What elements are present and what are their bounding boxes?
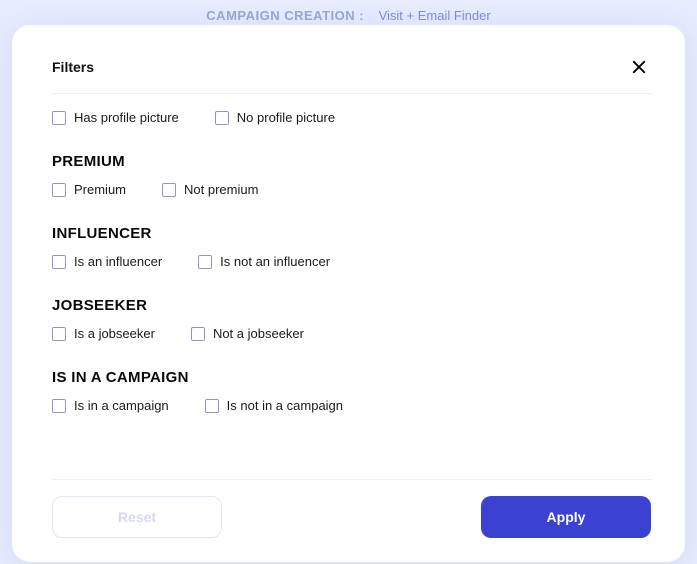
checkbox-not-in-campaign[interactable]: Is not in a campaign xyxy=(205,398,343,413)
close-button[interactable] xyxy=(627,55,651,79)
checkbox-premium[interactable]: Premium xyxy=(52,182,126,197)
checkbox-is-jobseeker[interactable]: Is a jobseeker xyxy=(52,326,155,341)
apply-button[interactable]: Apply xyxy=(481,496,651,538)
checkbox-is-influencer[interactable]: Is an influencer xyxy=(52,254,162,269)
premium-heading: PREMIUM xyxy=(52,153,635,170)
premium-row: Premium Not premium xyxy=(52,182,635,197)
jobseeker-heading: JOBSEEKER xyxy=(52,297,635,314)
header-label: CAMPAIGN CREATION : xyxy=(206,8,364,23)
checkbox-box-icon xyxy=(191,327,205,341)
filters-scroll-area[interactable]: Has profile picture No profile picture P… xyxy=(52,110,651,479)
campaign-heading: IS IN A CAMPAIGN xyxy=(52,369,635,386)
header-value: Visit + Email Finder xyxy=(379,8,491,23)
modal-header: Filters xyxy=(52,55,651,94)
checkbox-box-icon xyxy=(205,399,219,413)
filters-modal: Filters Has profile picture No profile p… xyxy=(12,25,685,562)
checkbox-box-icon xyxy=(162,183,176,197)
jobseeker-row: Is a jobseeker Not a jobseeker xyxy=(52,326,635,341)
checkbox-not-influencer[interactable]: Is not an influencer xyxy=(198,254,330,269)
checkbox-label: Has profile picture xyxy=(74,110,179,125)
checkbox-label: Is not in a campaign xyxy=(227,398,343,413)
checkbox-label: Is a jobseeker xyxy=(74,326,155,341)
modal-title: Filters xyxy=(52,59,94,75)
checkbox-box-icon xyxy=(215,111,229,125)
checkbox-label: No profile picture xyxy=(237,110,335,125)
influencer-row: Is an influencer Is not an influencer xyxy=(52,254,635,269)
checkbox-box-icon xyxy=(52,399,66,413)
modal-footer: Reset Apply xyxy=(52,479,651,538)
checkbox-in-campaign[interactable]: Is in a campaign xyxy=(52,398,169,413)
checkbox-box-icon xyxy=(52,255,66,269)
checkbox-label: Premium xyxy=(74,182,126,197)
checkbox-box-icon xyxy=(52,327,66,341)
profile-picture-row: Has profile picture No profile picture xyxy=(52,110,635,125)
influencer-heading: INFLUENCER xyxy=(52,225,635,242)
checkbox-label: Not premium xyxy=(184,182,258,197)
reset-button[interactable]: Reset xyxy=(52,496,222,538)
checkbox-label: Is in a campaign xyxy=(74,398,169,413)
close-icon xyxy=(630,58,648,76)
checkbox-not-jobseeker[interactable]: Not a jobseeker xyxy=(191,326,304,341)
checkbox-box-icon xyxy=(52,183,66,197)
checkbox-box-icon xyxy=(198,255,212,269)
checkbox-has-profile-picture[interactable]: Has profile picture xyxy=(52,110,179,125)
checkbox-not-premium[interactable]: Not premium xyxy=(162,182,258,197)
checkbox-box-icon xyxy=(52,111,66,125)
checkbox-label: Is not an influencer xyxy=(220,254,330,269)
checkbox-no-profile-picture[interactable]: No profile picture xyxy=(215,110,335,125)
checkbox-label: Is an influencer xyxy=(74,254,162,269)
campaign-row: Is in a campaign Is not in a campaign xyxy=(52,398,635,413)
checkbox-label: Not a jobseeker xyxy=(213,326,304,341)
